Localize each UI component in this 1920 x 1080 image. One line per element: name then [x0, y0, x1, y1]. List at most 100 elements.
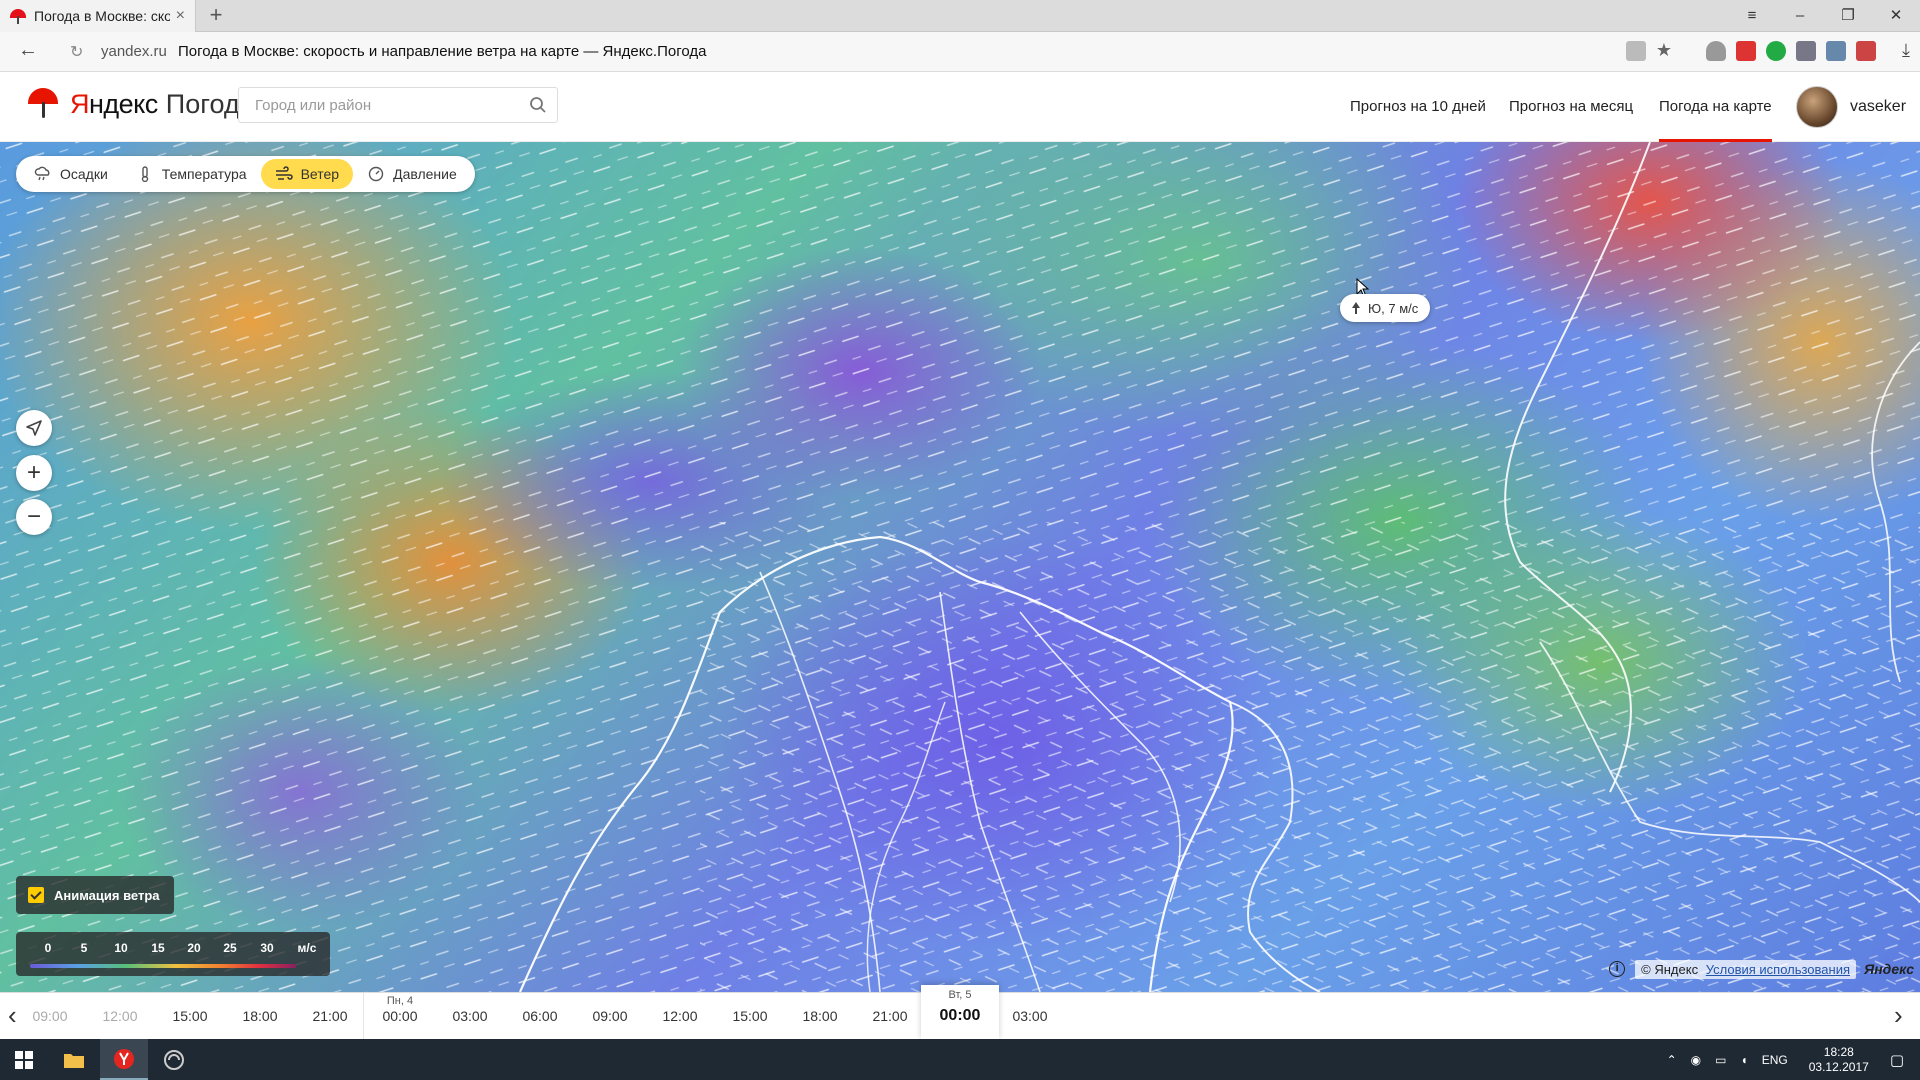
- timeline-slot[interactable]: 09:00: [575, 993, 645, 1040]
- nav-forecast-month[interactable]: Прогноз на месяц: [1509, 72, 1633, 142]
- tray-steam-icon[interactable]: ◉: [1691, 1053, 1701, 1067]
- timeline-slot[interactable]: 03:00: [435, 993, 505, 1040]
- legend-value: 10: [114, 941, 128, 955]
- timeline-time-label: 09:00: [32, 1008, 68, 1024]
- mail-extension-icon[interactable]: [1826, 40, 1847, 61]
- timeline-slot[interactable]: 15:00: [155, 993, 225, 1040]
- timeline-slot[interactable]: 12:00: [85, 993, 155, 1040]
- url-page-title[interactable]: Погода в Москве: скорость и направление …: [178, 43, 706, 60]
- logo-brand: Яндекс: [70, 88, 158, 119]
- nav-forecast-10-days[interactable]: Прогноз на 10 дней: [1350, 72, 1486, 142]
- layer-temperature[interactable]: Температура: [122, 159, 261, 189]
- windows-start-icon[interactable]: [0, 1039, 48, 1080]
- tray-volume-icon[interactable]: ◖: [1740, 1053, 1747, 1067]
- tray-language[interactable]: ENG: [1762, 1053, 1788, 1067]
- zoom-in-button[interactable]: +: [16, 455, 52, 491]
- address-bar: ← ↻ yandex.ru Погода в Москве: скорость …: [0, 32, 1920, 72]
- timeline-slot-current[interactable]: Вт, 5 00:00: [921, 985, 999, 1040]
- tray-time: 18:28: [1823, 1044, 1854, 1059]
- legend-values: 0 5 10 15 20 25 30 м/с: [16, 941, 330, 957]
- restore-icon[interactable]: ❐: [1824, 0, 1872, 32]
- yandex-map-logo[interactable]: Яндекс: [1864, 961, 1914, 977]
- yandex-browser-icon: [114, 1048, 134, 1069]
- reload-icon[interactable]: ↻: [70, 42, 83, 62]
- tray-chevron-up-icon[interactable]: ⌃: [1667, 1053, 1677, 1067]
- timeline-next-arrow-icon[interactable]: ›: [1894, 1001, 1903, 1029]
- legend-unit: м/с: [297, 941, 317, 955]
- timeline-time-label: 12:00: [102, 1008, 138, 1024]
- wind-animation-toggle[interactable]: Анимация ветра: [16, 876, 174, 914]
- city-search: [238, 87, 558, 123]
- timeline-time-label: 21:00: [312, 1008, 348, 1024]
- yandex-browser-taskbar-icon[interactable]: [100, 1039, 148, 1080]
- wind-tooltip: Ю, 7 м/с: [1340, 294, 1431, 322]
- app-taskbar-icon[interactable]: [150, 1039, 198, 1080]
- circle-app-icon: [164, 1049, 184, 1070]
- search-input[interactable]: [239, 88, 519, 122]
- browser-tab[interactable]: Погода в Москве: скоро ×: [0, 0, 196, 32]
- time-slider: ‹ 09:00 12:00 15:00 18:00 21:00 Пн, 4 00:00 03:…: [0, 985, 1920, 1040]
- legend-value: 15: [151, 941, 165, 955]
- tab-close-icon[interactable]: ×: [176, 7, 185, 25]
- extension-icons: ★ ⤓: [1625, 40, 1910, 61]
- info-icon[interactable]: i: [1609, 961, 1626, 977]
- terms-link[interactable]: Условия использования: [1706, 962, 1850, 977]
- layer-wind[interactable]: Ветер: [260, 159, 354, 189]
- url-domain[interactable]: yandex.ru: [101, 43, 167, 60]
- action-center-icon[interactable]: ▢: [1890, 1051, 1904, 1069]
- umbrella-logo-icon: [28, 88, 58, 120]
- green-extension-icon[interactable]: [1766, 40, 1787, 61]
- wind-icon: [275, 166, 293, 180]
- minimize-icon[interactable]: –: [1776, 0, 1824, 32]
- layer-switcher: Осадки Температура Ветер Давление: [16, 156, 475, 192]
- avatar[interactable]: [1796, 86, 1838, 128]
- bookmark-page-icon[interactable]: [1625, 40, 1646, 61]
- chart-extension-icon[interactable]: [1796, 40, 1817, 61]
- timeline-slot[interactable]: 03:00: [995, 993, 1065, 1040]
- file-explorer-icon[interactable]: [50, 1039, 98, 1080]
- timeline-slot[interactable]: 21:00: [295, 993, 365, 1040]
- timeline-slot[interactable]: 21:00: [855, 993, 925, 1040]
- layer-precipitation[interactable]: Осадки: [20, 159, 122, 189]
- timeline-slot[interactable]: 06:00: [505, 993, 575, 1040]
- download-icon[interactable]: ⤓: [1902, 40, 1910, 61]
- locate-me-button[interactable]: [16, 410, 52, 446]
- close-window-icon[interactable]: ✕: [1872, 0, 1920, 32]
- timeline-slot[interactable]: 09:00: [15, 993, 85, 1040]
- timeline-time-label: 06:00: [522, 1008, 558, 1024]
- wind-direction-arrow-icon: [1352, 302, 1360, 314]
- legend-value: 0: [44, 941, 52, 955]
- nav-weather-map[interactable]: Погода на карте: [1659, 72, 1772, 142]
- back-arrow-icon[interactable]: ←: [18, 39, 38, 62]
- search-icon[interactable]: [529, 96, 547, 114]
- yandex-weather-logo[interactable]: Яндекс Погода: [28, 88, 255, 120]
- timeline-time-label: 18:00: [242, 1008, 278, 1024]
- gmail-extension-icon[interactable]: [1736, 40, 1757, 61]
- copyright-text: © Яндекс: [1641, 961, 1699, 977]
- timeline-slot[interactable]: 12:00: [645, 993, 715, 1040]
- menu-icon[interactable]: ≡: [1728, 0, 1776, 32]
- new-tab-button[interactable]: +: [204, 3, 228, 27]
- username[interactable]: vaseker: [1850, 72, 1906, 142]
- red-extension-icon[interactable]: [1856, 40, 1877, 61]
- tray-clock[interactable]: 18:28 03.12.2017: [1809, 1045, 1869, 1075]
- wind-tooltip-text: Ю, 7 м/с: [1368, 300, 1419, 316]
- timeline-slot[interactable]: 15:00: [715, 993, 785, 1040]
- checkbox-checked-icon[interactable]: [28, 887, 44, 903]
- tray-network-icon[interactable]: ▭: [1715, 1053, 1726, 1067]
- timeline-time-label: 03:00: [452, 1008, 488, 1024]
- timeline-slot[interactable]: 18:00: [785, 993, 855, 1040]
- shield-extension-icon[interactable]: [1706, 40, 1727, 61]
- timeline-time-label: 18:00: [802, 1008, 838, 1024]
- legend-value: 20: [187, 941, 201, 955]
- timeline-slot[interactable]: Пн, 4 00:00: [365, 993, 435, 1040]
- map-overlay: [0, 142, 1920, 992]
- zoom-out-button[interactable]: −: [16, 499, 52, 535]
- star-icon[interactable]: ★: [1656, 40, 1672, 61]
- layer-pressure[interactable]: Давление: [353, 159, 471, 189]
- timeline-slot[interactable]: 18:00: [225, 993, 295, 1040]
- windows-taskbar: ⌃ ◉ ▭ ◖ ENG 18:28 03.12.2017 ▢: [0, 1039, 1920, 1080]
- cloud-rain-icon: [34, 166, 50, 181]
- wind-map[interactable]: Осадки Температура Ветер Давление + − Ю,…: [0, 142, 1920, 992]
- windows-logo-icon: [15, 1050, 33, 1069]
